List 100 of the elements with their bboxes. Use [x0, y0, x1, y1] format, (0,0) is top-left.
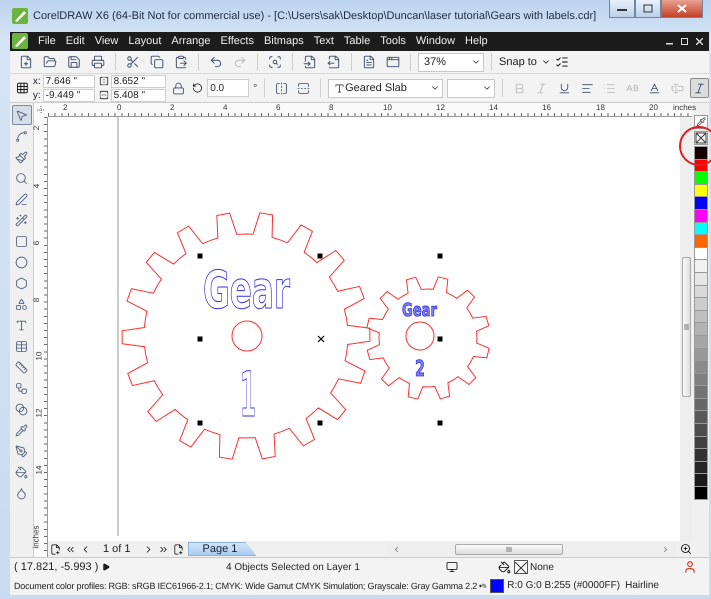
- pointer-tool[interactable]: [12, 105, 32, 125]
- undo-icon: [209, 55, 223, 70]
- color-swatch[interactable]: [694, 171, 708, 185]
- user-icon[interactable]: [683, 560, 697, 574]
- menu-item[interactable]: Edit: [66, 35, 85, 48]
- color-swatch[interactable]: [694, 486, 708, 500]
- selection-handle[interactable]: [438, 254, 442, 258]
- menu-item[interactable]: View: [94, 35, 118, 48]
- color-swatch[interactable]: [694, 272, 708, 286]
- pointer-icon: [15, 108, 28, 122]
- menu-item[interactable]: Text: [314, 35, 334, 48]
- color-swatch[interactable]: [694, 423, 708, 437]
- mirror-vertical-icon: [297, 82, 310, 95]
- rotation-field[interactable]: 0.0: [207, 79, 250, 98]
- wand-icon: [15, 214, 28, 226]
- selection-handle[interactable]: [318, 420, 322, 426]
- selection-handle[interactable]: [198, 254, 202, 258]
- ruler-unit: inches: [673, 104, 696, 112]
- copy-icon: [150, 55, 164, 70]
- ruler-number: 14: [35, 466, 44, 474]
- menu-item[interactable]: Bitmaps: [264, 35, 304, 48]
- scroll-left-icon: [392, 544, 401, 554]
- maximize-button[interactable]: [635, 0, 661, 18]
- selection-handle[interactable]: [198, 420, 202, 426]
- menu-item[interactable]: File: [38, 35, 56, 48]
- grip-icon: [506, 546, 512, 552]
- reference-point-icon: [16, 81, 29, 96]
- font-select[interactable]: Geared Slab: [328, 78, 443, 98]
- droplet-icon: [15, 486, 28, 500]
- selection-handle[interactable]: [438, 336, 442, 342]
- menu-item[interactable]: Table: [344, 35, 370, 48]
- ruler-number: 18: [596, 104, 605, 112]
- color-swatch[interactable]: [694, 360, 708, 374]
- redo-icon: [233, 55, 247, 70]
- window-icon: [386, 55, 400, 70]
- document-icon: [362, 55, 376, 70]
- menu-item[interactable]: Tools: [380, 35, 406, 48]
- close-button[interactable]: [661, 0, 703, 18]
- menu-item[interactable]: Arrange: [171, 35, 211, 48]
- text-frame-icon: [670, 82, 684, 95]
- gear-hole[interactable]: [406, 322, 434, 350]
- menu-item[interactable]: Effects: [220, 35, 254, 48]
- gear-number[interactable]: 1: [240, 358, 284, 431]
- hexagon-icon: [15, 276, 28, 290]
- color-swatch[interactable]: [694, 146, 708, 160]
- zoom-select[interactable]: 37%: [418, 52, 484, 72]
- scrollbar-thumb[interactable]: [455, 544, 563, 554]
- color-swatch[interactable]: [694, 410, 708, 424]
- color-swatch[interactable]: [694, 196, 708, 210]
- ruler-number: 20: [649, 104, 658, 112]
- color-swatch[interactable]: [694, 259, 708, 273]
- ruler-number: 4: [223, 104, 228, 112]
- y-field[interactable]: -9.449 ": [42, 88, 95, 102]
- menu-item[interactable]: Layout: [128, 35, 162, 48]
- width-field[interactable]: 8.652 ": [110, 74, 166, 88]
- rectangle-icon: [15, 234, 28, 248]
- selection-handle[interactable]: [438, 420, 442, 426]
- minimize-button[interactable]: [609, 0, 635, 18]
- scrollbar-thumb[interactable]: [682, 257, 690, 397]
- outline-color-swatch: [490, 578, 504, 593]
- color-swatch[interactable]: [694, 334, 708, 348]
- selection-handle[interactable]: [198, 336, 202, 342]
- ellipse-icon: [15, 256, 28, 268]
- paste-icon: [174, 55, 188, 70]
- color-swatch[interactable]: [694, 208, 708, 223]
- selection-handle[interactable]: [318, 254, 322, 258]
- gear-outline[interactable]: [122, 212, 370, 460]
- add-page-icon: [172, 544, 184, 554]
- menu-item[interactable]: Window: [416, 35, 456, 48]
- color-swatch[interactable]: [694, 297, 708, 311]
- selection-status: 4 Objects Selected on Layer 1: [226, 562, 361, 573]
- color-swatch[interactable]: [694, 322, 708, 336]
- no-color-icon: [694, 132, 706, 144]
- close-icon[interactable]: [696, 38, 703, 45]
- color-swatch[interactable]: [694, 234, 708, 248]
- expand-arrow-icon[interactable]: [479, 582, 482, 590]
- ruler-icon: [15, 360, 28, 374]
- no-color-swatch[interactable]: [694, 131, 708, 145]
- color-swatch[interactable]: [694, 448, 708, 462]
- width-icon: [98, 76, 109, 86]
- rotate-icon: [192, 82, 204, 94]
- checklist-icon: [554, 55, 569, 70]
- snap-to-menu[interactable]: Snap to: [499, 56, 537, 68]
- ruler-origin-icon[interactable]: [37, 106, 45, 114]
- menu-item[interactable]: Help: [465, 35, 488, 48]
- gear-label[interactable]: Gear: [203, 261, 342, 321]
- expand-arrow-icon[interactable]: [102, 563, 110, 572]
- save-icon: [67, 55, 81, 70]
- color-swatch[interactable]: [694, 473, 708, 488]
- italic-button[interactable]: [690, 78, 709, 98]
- color-profiles: Document color profiles: RGB: sRGB IEC61966-2.1; CMYK: Wide Gamut CMYK Simulation; Grayscale: Gray Gamma 2.2: [14, 580, 478, 591]
- gear-hole[interactable]: [232, 320, 262, 352]
- ruler-number: 12: [35, 408, 44, 418]
- x-field[interactable]: 7.646 ": [42, 74, 95, 88]
- restore-icon[interactable]: [681, 38, 688, 45]
- page-tab[interactable]: Page 1: [188, 542, 256, 556]
- maximize-icon: [643, 4, 653, 13]
- gear-outline[interactable]: [366, 276, 490, 400]
- height-field[interactable]: 5.408 ": [110, 88, 166, 102]
- color-swatch[interactable]: [694, 385, 708, 399]
